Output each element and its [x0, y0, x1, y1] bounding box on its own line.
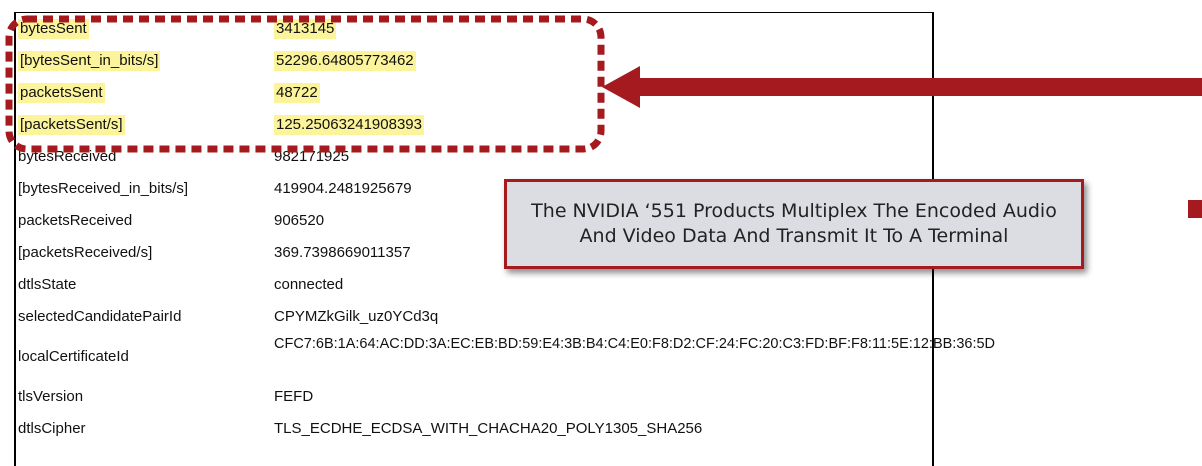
table-row: tlsVersion FEFD	[16, 381, 934, 413]
callout-box: The NVIDIA ‘551 Products Multiplex The E…	[504, 179, 1084, 269]
stat-value: CPYMZkGilk_uz0YCd3q	[274, 308, 439, 325]
stat-value: 419904.2481925679	[274, 180, 412, 197]
table-row: dtlsCipher TLS_ECDHE_ECDSA_WITH_CHACHA20…	[16, 413, 934, 445]
stat-value: FEFD	[274, 388, 314, 405]
table-row: bytesSent 3413145	[16, 13, 934, 45]
stat-key: bytesReceived	[18, 148, 117, 165]
table-row: [bytesSent_in_bits/s] 52296.64805773462	[16, 45, 934, 77]
stat-key: dtlsState	[18, 276, 77, 293]
stat-key: [packetsReceived/s]	[18, 244, 153, 261]
stat-value: connected	[274, 276, 344, 293]
table-row: dtlsState connected	[16, 269, 934, 301]
stat-value: 52296.64805773462	[274, 51, 416, 71]
stat-key: dtlsCipher	[18, 420, 86, 437]
stat-value: 982171925	[274, 148, 350, 165]
stat-value: TLS_ECDHE_ECDSA_WITH_CHACHA20_POLY1305_S…	[274, 420, 703, 437]
stat-value: 48722	[274, 83, 320, 103]
stat-key: packetsSent	[18, 83, 105, 103]
stat-key: selectedCandidatePairId	[18, 308, 182, 325]
stat-key: [packetsSent/s]	[18, 115, 125, 135]
stat-value: 125.25063241908393	[274, 115, 424, 135]
stat-key: packetsReceived	[18, 212, 133, 229]
stat-key: tlsVersion	[18, 388, 84, 405]
stat-key: localCertificateId	[18, 348, 129, 365]
table-row: packetsSent 48722	[16, 77, 934, 109]
stat-value: 369.7398669011357	[274, 244, 411, 261]
stat-key: [bytesSent_in_bits/s]	[18, 51, 161, 71]
callout-text: The NVIDIA ‘551 Products Multiplex The E…	[531, 200, 1057, 247]
table-row: [packetsSent/s] 125.25063241908393	[16, 109, 934, 141]
stat-key: bytesSent	[18, 19, 89, 39]
table-row: bytesReceived 982171925	[16, 141, 934, 173]
stat-value: CFC7:6B:1A:64:AC:DD:3A:EC:EB:BD:59:E4:3B…	[274, 336, 996, 352]
stat-value: 3413145	[274, 19, 337, 39]
table-row: localCertificateId CFC7:6B:1A:64:AC:DD:3…	[16, 335, 996, 375]
stat-value: 906520	[274, 212, 325, 229]
stat-key: [bytesReceived_in_bits/s]	[18, 180, 189, 197]
table-row: selectedCandidatePairId CPYMZkGilk_uz0YC…	[16, 301, 934, 333]
